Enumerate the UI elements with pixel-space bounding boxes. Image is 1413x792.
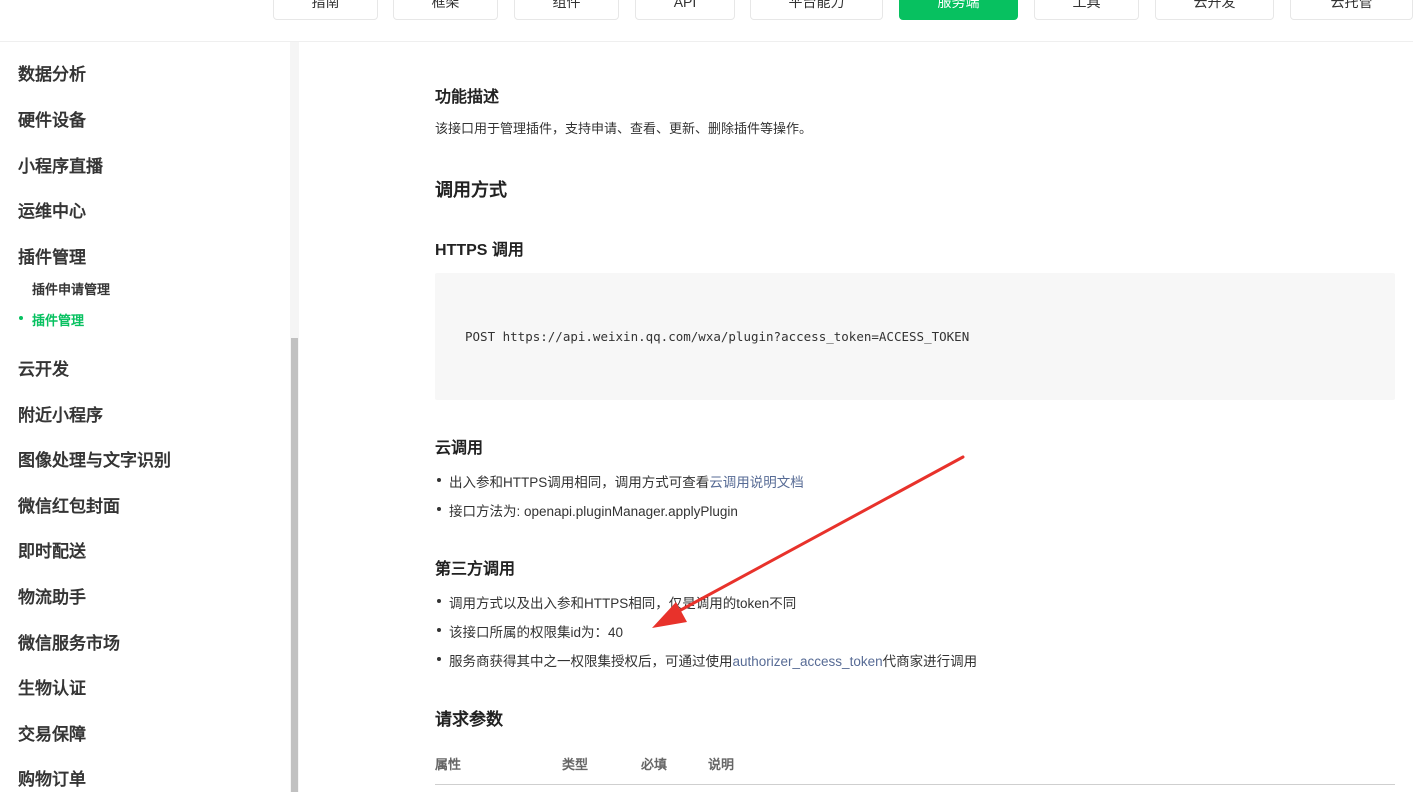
annotation-arrow-icon [652, 455, 965, 628]
